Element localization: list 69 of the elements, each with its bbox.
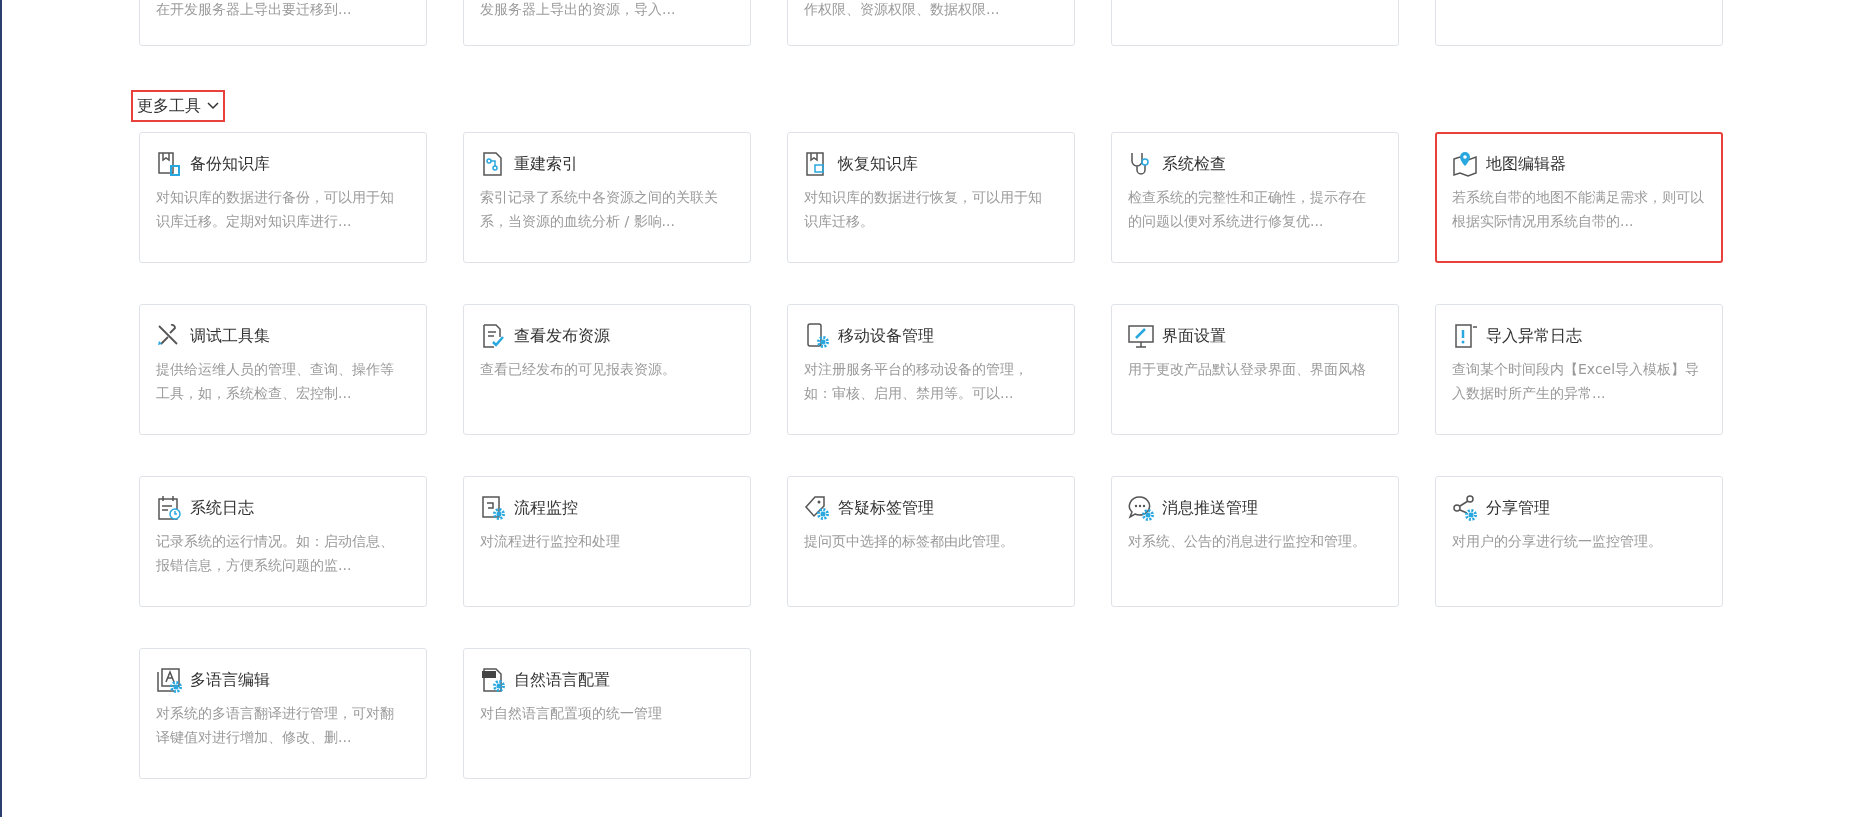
card-title: 备份知识库	[190, 153, 270, 175]
tool-card[interactable]: 导入异常日志 查询某个时间段内【Excel导入模板】导入数据时所产生的异常...	[1435, 304, 1723, 435]
share-icon	[1452, 495, 1478, 521]
language-icon	[156, 667, 182, 693]
card-description: 查询某个时间段内【Excel导入模板】导入数据时所产生的异常...	[1452, 360, 1701, 403]
notebook-icon	[1452, 323, 1478, 349]
tool-card[interactable]: 移动设备管理 对注册服务平台的移动设备的管理，如：审核、启用、禁用等。可以...	[787, 304, 1075, 435]
card-title: 分享管理	[1486, 497, 1550, 519]
card-title: 流程监控	[514, 497, 578, 519]
card-title: 调试工具集	[190, 325, 270, 347]
tool-card[interactable]: 消息推送管理 对系统、公告的消息进行监控和管理。	[1111, 476, 1399, 607]
card-description: 提供给运维人员的管理、查询、操作等工具，如，系统检查、宏控制...	[156, 360, 395, 403]
card-title: 导入异常日志	[1486, 325, 1582, 347]
tool-card[interactable]: 查看发布资源 查看已经发布的可见报表资源。	[463, 304, 751, 435]
tool-card[interactable]: 多语言编辑 对系统的多语言翻译进行管理，可对翻译键值对进行增加、修改、删...	[139, 648, 427, 779]
card-description: 对自然语言配置项的统一管理	[480, 704, 663, 723]
card-description: 对系统的多语言翻译进行管理，可对翻译键值对进行增加、修改、删...	[156, 704, 395, 747]
card-title: 重建索引	[514, 153, 578, 175]
tool-card[interactable]: 答疑标签管理 提问页中选择的标签都由此管理。	[787, 476, 1075, 607]
card-description: 查看已经发布的可见报表资源。	[480, 360, 677, 379]
tool-card[interactable]: 分享管理 对用户的分享进行统一监控管理。	[1435, 476, 1723, 607]
card-description: 对注册服务平台的移动设备的管理，如：审核、启用、禁用等。可以...	[804, 360, 1029, 403]
tool-card[interactable]: 系统日志 记录系统的运行情况。如：启动信息、报错信息，方便系统问题的监...	[139, 476, 427, 607]
card-title: 消息推送管理	[1162, 497, 1258, 519]
tool-card[interactable]: 自然语言配置 对自然语言配置项的统一管理	[463, 648, 751, 779]
card-title: 答疑标签管理	[838, 497, 934, 519]
monitor-icon	[1128, 323, 1154, 349]
card-title: 查看发布资源	[514, 325, 610, 347]
card-title: 地图编辑器	[1486, 153, 1566, 175]
card-description: 索引记录了系统中各资源之间的关联关系，当资源的血统分析 / 影响...	[480, 188, 719, 231]
card-title: 系统日志	[190, 497, 254, 519]
card-description: 提问页中选择的标签都由此管理。	[804, 532, 1015, 551]
tool-card[interactable]: 调试工具集 提供给运维人员的管理、查询、操作等工具，如，系统检查、宏控制...	[139, 304, 427, 435]
card-description: 检查系统的完整性和正确性，提示存在的问题以便对系统进行修复优...	[1128, 188, 1367, 231]
card-description: 对用户的分享进行统一监控管理。	[1452, 532, 1663, 551]
card-title: 恢复知识库	[838, 153, 918, 175]
card-title: 自然语言配置	[514, 669, 610, 691]
card-title: 系统检查	[1162, 153, 1226, 175]
card-description: 对知识库的数据进行恢复，可以用于知识库迁移。	[804, 188, 1043, 231]
book-icon	[156, 151, 182, 177]
section-toggle[interactable]: 更多工具	[131, 90, 225, 122]
card-description: 在开发服务器上导出要迁移到...	[156, 0, 353, 19]
card-title: 界面设置	[1162, 325, 1226, 347]
card-title: 移动设备管理	[838, 325, 934, 347]
tag-icon	[804, 495, 830, 521]
calendar-clock-icon	[156, 495, 182, 521]
tool-card[interactable]: 地图编辑器 若系统自带的地图不能满足需求，则可以根据实际情况用系统自带的...	[1435, 132, 1723, 263]
card-description: 对系统、公告的消息进行监控和管理。	[1128, 532, 1367, 551]
file-icon	[480, 667, 506, 693]
card-description: 用于更改产品默认登录界面、界面风格	[1128, 360, 1367, 379]
card-description: 记录系统的运行情况。如：启动信息、报错信息，方便系统问题的监...	[156, 532, 395, 575]
checklist-icon	[480, 323, 506, 349]
tool-card[interactable]: 备份知识库 对知识库的数据进行备份，可以用于知识库迁移。定期对知识库进行...	[139, 132, 427, 263]
tool-card[interactable]: 重建索引 索引记录了系统中各资源之间的关联关系，当资源的血统分析 / 影响...	[463, 132, 751, 263]
card-description: 对流程进行监控和处理	[480, 532, 621, 551]
card-description: 若系统自带的地图不能满足需求，则可以根据实际情况用系统自带的...	[1452, 188, 1705, 231]
card-title: 多语言编辑	[190, 669, 270, 691]
chat-bubble-icon	[1128, 495, 1154, 521]
card-description: 对知识库的数据进行备份，可以用于知识库迁移。定期对知识库进行...	[156, 188, 395, 231]
map-pin-icon	[1452, 151, 1478, 177]
tool-card[interactable]: 恢复知识库 对知识库的数据进行恢复，可以用于知识库迁移。	[787, 132, 1075, 263]
tool-card[interactable]: 界面设置 用于更改产品默认登录界面、界面风格	[1111, 304, 1399, 435]
card-description: 发服务器上导出的资源，导入...	[480, 0, 677, 19]
tool-card[interactable]: 系统检查 检查系统的完整性和正确性，提示存在的问题以便对系统进行修复优...	[1111, 132, 1399, 263]
tool-card[interactable]: 流程监控 对流程进行监控和处理	[463, 476, 751, 607]
chevron-icon	[207, 102, 219, 110]
flow-document-icon	[480, 495, 506, 521]
card-description: 作权限、资源权限、数据权限...	[804, 0, 1001, 19]
phone-icon	[804, 323, 830, 349]
